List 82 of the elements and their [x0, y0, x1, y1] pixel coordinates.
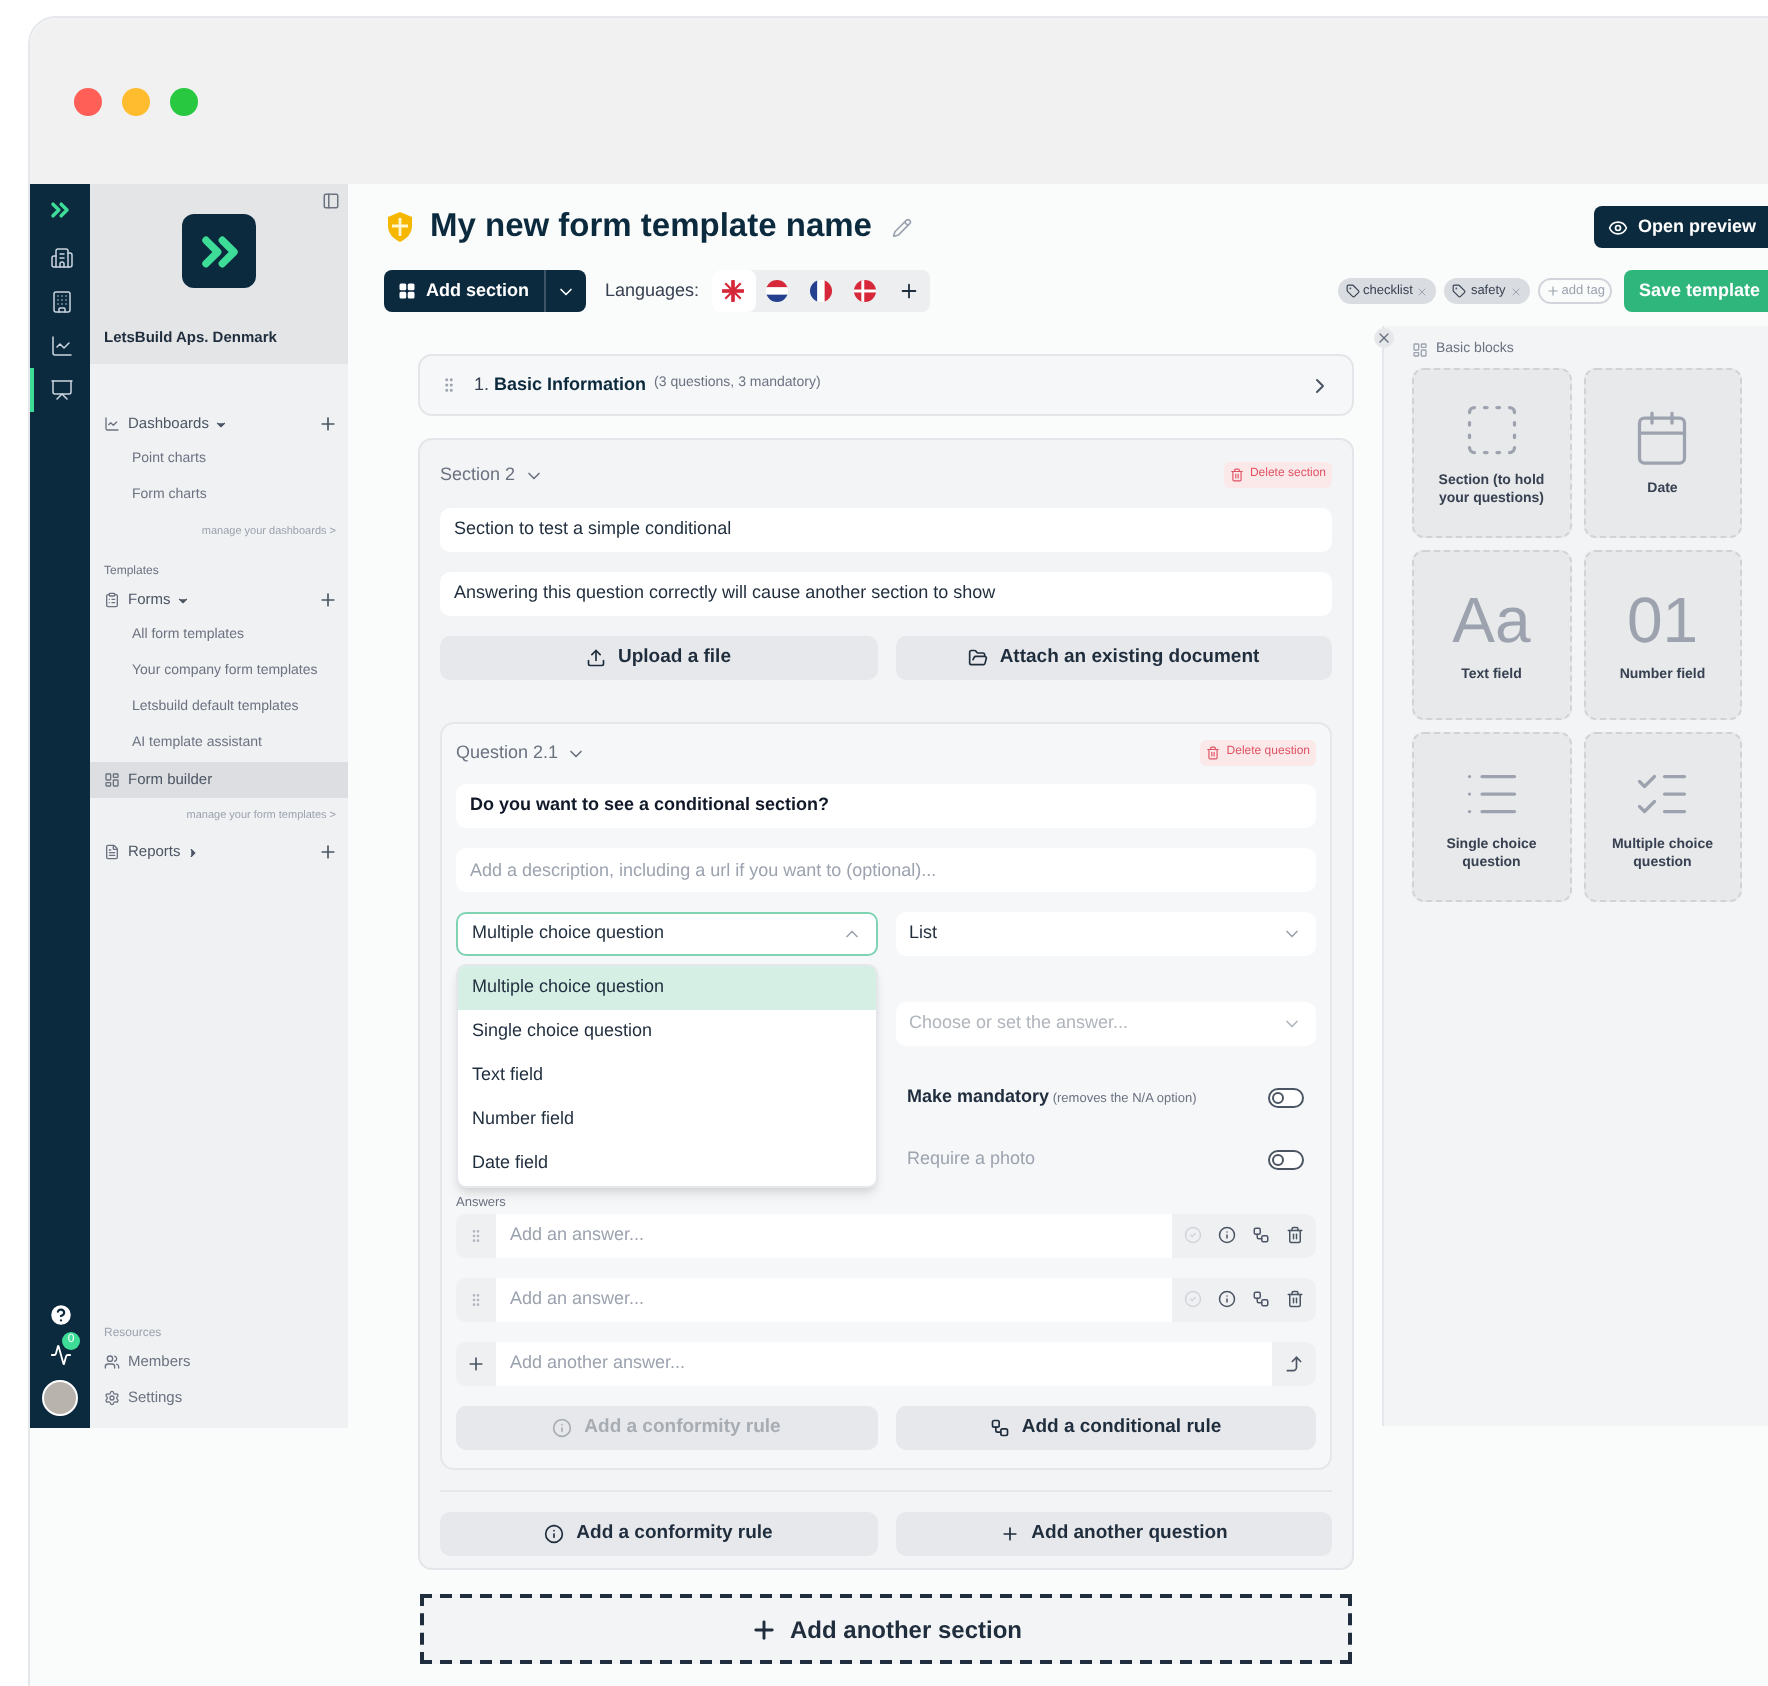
form-title: My new form template name	[430, 206, 872, 249]
nav-icon	[104, 416, 120, 432]
question-label[interactable]: Question 2.1	[456, 739, 587, 767]
plus-icon	[999, 1523, 1020, 1544]
grid-icon	[398, 282, 416, 300]
question-title-field[interactable]: Do you want to see a conditional section?	[456, 784, 1316, 828]
section-description-field[interactable]: Answering this question correctly will cause another section to show	[440, 572, 1332, 616]
dropdown-option[interactable]: Date field	[458, 1142, 875, 1186]
drag-handle-icon[interactable]	[468, 1227, 484, 1244]
add-icon[interactable]	[318, 842, 338, 862]
plus-icon	[1545, 284, 1560, 298]
number-glyph: 01	[1626, 586, 1699, 654]
info-icon[interactable]	[1218, 1290, 1236, 1309]
branch-icon	[989, 1417, 1010, 1438]
nav-icon	[104, 844, 120, 860]
people-icon	[104, 1354, 120, 1370]
add-section-button[interactable]: Add section	[384, 270, 586, 312]
dropdown-option[interactable]: Text field	[458, 1054, 875, 1098]
avatar[interactable]	[42, 1380, 78, 1416]
dropdown-option[interactable]: Multiple choice question	[458, 966, 875, 1010]
conditional-rule-button[interactable]: Add a conditional rule	[895, 1405, 1316, 1450]
tag-icon	[1345, 284, 1359, 298]
eye-icon	[1607, 217, 1628, 237]
languages-label: Languages:	[605, 277, 700, 304]
toggle-switch[interactable]	[1268, 1087, 1304, 1107]
new-answer-field[interactable]: Add another answer...	[496, 1341, 1272, 1386]
upload-file-button[interactable]: Upload a file	[440, 636, 877, 680]
check-circle-icon[interactable]	[1184, 1226, 1202, 1245]
attach-document-button[interactable]: Attach an existing document	[895, 636, 1332, 680]
question-type-select[interactable]: Multiple choice question	[456, 912, 877, 956]
blocks-icon	[1412, 342, 1428, 358]
dropdown-option[interactable]: Single choice question	[458, 1010, 875, 1054]
building-icon	[50, 290, 74, 314]
add-icon[interactable]	[318, 590, 338, 610]
gear-icon	[104, 1390, 120, 1406]
drag-handle-icon[interactable]	[440, 376, 458, 394]
description-field[interactable]: Add a description, including a url if you want to (optional)...	[456, 848, 1316, 892]
nav-icon	[104, 592, 120, 608]
trash-icon	[1229, 468, 1244, 482]
board-icon	[50, 378, 74, 402]
add-question-button[interactable]: Add another question	[895, 1511, 1332, 1556]
delete-icon[interactable]	[1286, 1290, 1304, 1309]
add-icon[interactable]	[466, 1353, 486, 1374]
display-select[interactable]: List	[895, 912, 1316, 956]
info-icon[interactable]	[1218, 1226, 1236, 1245]
activity-icon[interactable]	[49, 1343, 71, 1365]
building-icon	[50, 246, 74, 270]
chevrons-logo-icon	[46, 196, 74, 224]
info-icon	[544, 1523, 565, 1544]
language-tab[interactable]	[711, 270, 756, 312]
drag-handle-icon[interactable]	[468, 1291, 484, 1308]
branch-icon[interactable]	[1252, 1226, 1270, 1245]
delete-icon[interactable]	[1286, 1226, 1304, 1245]
toggle-label: Require a photo	[907, 1145, 1036, 1172]
grid-icon	[104, 772, 120, 788]
branch-icon[interactable]	[1252, 1290, 1270, 1309]
check-circle-icon[interactable]	[1184, 1290, 1202, 1309]
trash-icon	[1206, 746, 1221, 760]
answer-field[interactable]: Add an answer...	[496, 1277, 1172, 1322]
folder-icon	[967, 648, 988, 668]
text-glyph: Aa	[1452, 586, 1531, 654]
info-icon	[552, 1417, 573, 1438]
plus-icon	[749, 1615, 778, 1643]
add-icon[interactable]	[318, 414, 338, 434]
panel-icon[interactable]	[322, 192, 340, 210]
add-section-button[interactable]: Add another section	[420, 1594, 1352, 1664]
chart-icon	[50, 334, 74, 358]
company-logo	[182, 214, 256, 288]
dropdown-option[interactable]: Number field	[458, 1098, 875, 1142]
conformity-rule-button[interactable]: Add a conformity rule	[440, 1511, 877, 1556]
help-icon[interactable]	[47, 1302, 73, 1328]
section-title: 1. Basic Information	[474, 371, 647, 398]
open-preview-button[interactable]: Open preview	[1593, 206, 1768, 248]
upload-icon	[586, 648, 606, 668]
section-name-field[interactable]: Section to test a simple conditional	[440, 508, 1332, 552]
arrow-up-icon[interactable]	[1284, 1353, 1304, 1374]
add-language-icon[interactable]	[897, 280, 920, 302]
section-label[interactable]: Section 2	[440, 461, 544, 489]
close-icon[interactable]	[1374, 328, 1394, 348]
shield-icon	[384, 210, 416, 244]
tag-icon	[1452, 284, 1467, 298]
answer-field[interactable]: Add an answer...	[496, 1213, 1172, 1258]
